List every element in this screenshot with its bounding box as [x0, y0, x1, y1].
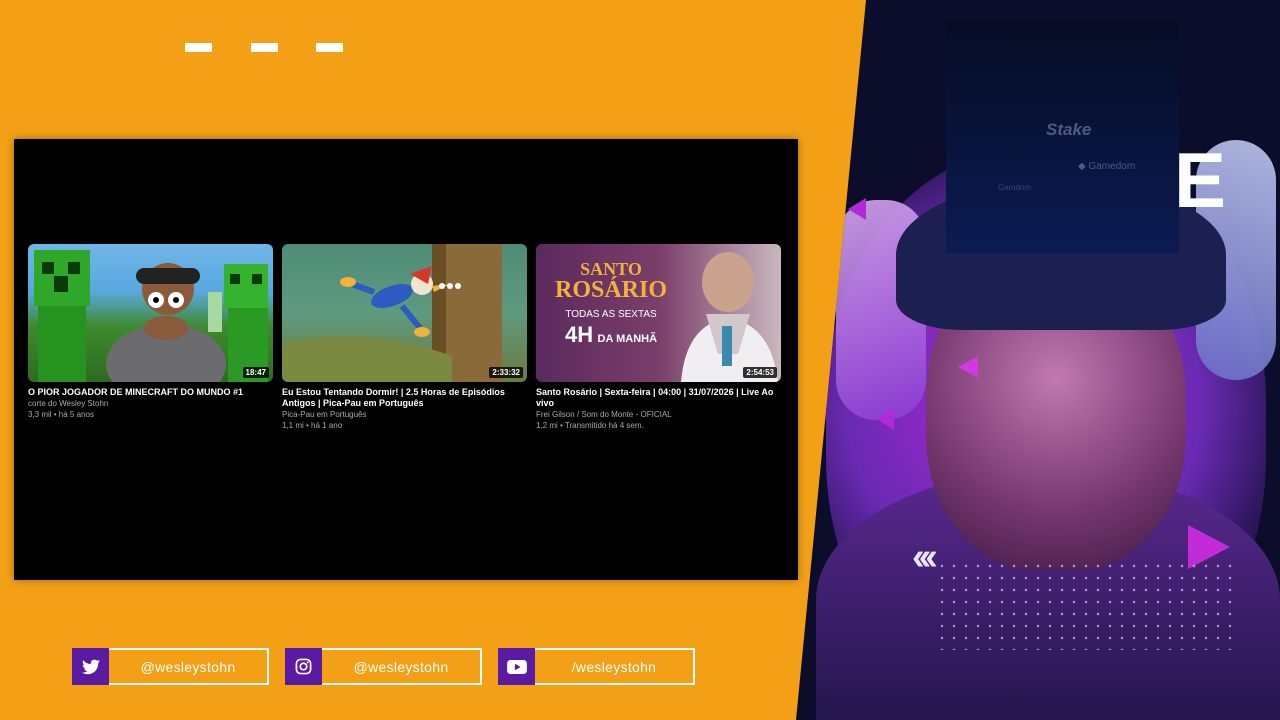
sponsor-gamedom: ◆ Gamedom	[1078, 161, 1136, 172]
video-thumbnail[interactable]: 2:33:32	[282, 244, 527, 382]
video-suggestions-panel: 18:47 O PIOR JOGADOR DE MINECRAFT DO MUN…	[14, 139, 798, 580]
thumb-text-santo: SANTO	[580, 259, 642, 279]
dot-grid-decoration	[936, 560, 1236, 650]
triangle-decoration	[848, 198, 866, 220]
sponsor-stake: Stake	[1046, 120, 1092, 139]
thumb-text-sextas: TODAS AS SEXTAS	[565, 309, 657, 320]
thumb-text-4h: 4H	[564, 322, 594, 347]
video-channel[interactable]: Pica-Pau em Português	[282, 409, 527, 420]
video-meta: 3,3 mil • há 5 anos	[28, 410, 94, 419]
minecraft-scene-icon	[34, 250, 268, 382]
triangle-decoration	[958, 356, 978, 378]
youtube-handle[interactable]: /wesleystohn	[535, 648, 695, 685]
dash-mark	[251, 43, 278, 52]
video-meta: 1,1 mi • há 1 ano	[282, 421, 343, 430]
video-thumbnail[interactable]: SANTO ROSÁRIO TODAS AS SEXTAS 4H DA MANH…	[536, 244, 781, 382]
hero-letter: E	[1174, 136, 1227, 224]
video-title[interactable]: Santo Rosário | Sexta-feira | 04:00 | 31…	[536, 387, 781, 409]
video-channel[interactable]: Frei Gilson / Som do Monte - OFICIAL	[536, 409, 781, 420]
video-card-minecraft[interactable]: 18:47 O PIOR JOGADOR DE MINECRAFT DO MUN…	[28, 244, 273, 420]
video-meta: 1,2 mi • Transmitido há 4 sem.	[536, 421, 644, 430]
sponsor-box: Stake ◆ Gamedom Gamdom	[946, 20, 1179, 253]
sponsor-gamdom: Gamdom	[998, 183, 1031, 192]
twitter-icon[interactable]	[72, 648, 109, 685]
dash-mark	[316, 43, 343, 52]
video-title[interactable]: O PIOR JOGADOR DE MINECRAFT DO MUNDO #1	[28, 387, 273, 398]
priest-icon	[681, 252, 778, 382]
youtube-icon[interactable]	[498, 648, 535, 685]
triangle-decoration	[876, 408, 894, 430]
thumb-text-da-manha: DA MANHÃ	[597, 333, 658, 345]
video-title[interactable]: Eu Estou Tentando Dormir! | 2.5 Horas de…	[282, 387, 527, 409]
video-duration: 2:33:32	[489, 367, 523, 378]
video-thumbnail[interactable]: 18:47	[28, 244, 273, 382]
instagram-icon[interactable]	[285, 648, 322, 685]
video-duration: 2:54:53	[743, 367, 777, 378]
instagram-handle[interactable]: @wesleystohn	[322, 648, 482, 685]
video-duration: 18:47	[242, 367, 269, 378]
video-card-santo-rosario[interactable]: SANTO ROSÁRIO TODAS AS SEXTAS 4H DA MANH…	[536, 244, 781, 431]
dash-mark	[185, 43, 212, 52]
thumb-text-rosario: ROSÁRIO	[554, 277, 668, 303]
woodpecker-scene-icon	[282, 244, 502, 382]
twitter-handle[interactable]: @wesleystohn	[109, 648, 269, 685]
video-card-pica-pau[interactable]: 2:33:32 Eu Estou Tentando Dormir! | 2.5 …	[282, 244, 527, 431]
chevrons-left-icon: ‹‹‹	[912, 536, 938, 578]
video-channel[interactable]: corte do Wesley Stohn	[28, 398, 273, 409]
